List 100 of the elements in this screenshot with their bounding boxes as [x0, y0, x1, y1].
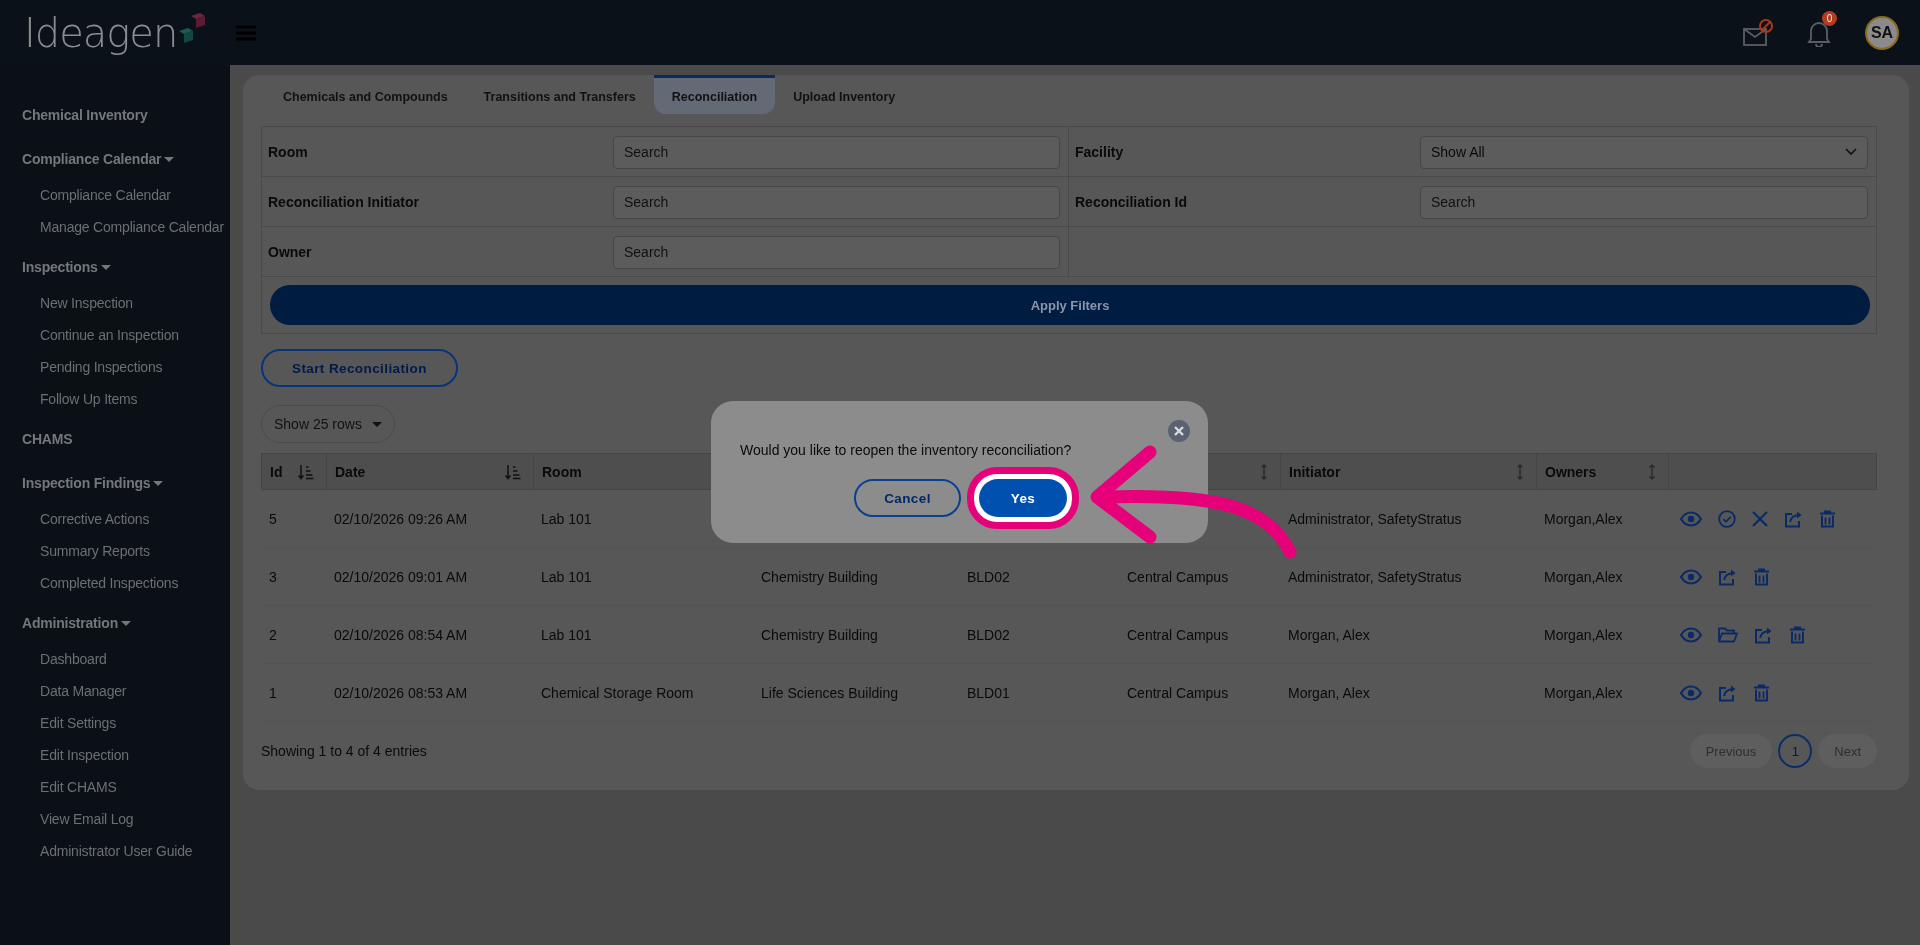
share-icon[interactable]: [1754, 625, 1773, 644]
folder-icon[interactable]: [1718, 626, 1738, 643]
table-cell: Administrator, SafetyStratus: [1288, 568, 1462, 585]
trash-icon[interactable]: [1789, 625, 1806, 644]
table-cell: Morgan,Alex: [1544, 626, 1623, 643]
trash-icon[interactable]: [1753, 683, 1770, 702]
table-cell: Chemical Storage Room: [541, 684, 694, 701]
mail-blocked-icon[interactable]: [1743, 18, 1773, 47]
sidebar-section[interactable]: Administration: [22, 609, 131, 637]
tab[interactable]: Transitions and Transfers: [465, 75, 654, 114]
sort-icon[interactable]: [505, 463, 521, 480]
share-icon[interactable]: [1784, 509, 1803, 528]
eye-icon[interactable]: [1680, 626, 1702, 643]
sidebar-item[interactable]: New Inspection: [22, 287, 133, 319]
sidebar-item[interactable]: Edit Inspection: [22, 739, 129, 771]
sort-icon[interactable]: [298, 463, 314, 480]
table-cell: 2: [269, 626, 277, 643]
sidebar-item[interactable]: Edit CHAMS: [22, 771, 117, 803]
filter-label: Reconciliation Initiator: [268, 194, 419, 210]
check-circle-icon[interactable]: [1718, 509, 1736, 528]
table-cell: Central Campus: [1127, 568, 1229, 585]
share-icon[interactable]: [1718, 683, 1737, 702]
table-cell: BLD02: [967, 626, 1010, 643]
notification-badge: 0: [1822, 10, 1837, 26]
search-field[interactable]: Search: [613, 135, 1060, 169]
sidebar-item[interactable]: Pending Inspections: [22, 351, 163, 383]
logo-text: Ideagen: [24, 9, 178, 56]
sidebar-item[interactable]: Dashboard: [22, 643, 107, 675]
table-cell: Lab 101: [541, 568, 592, 585]
tab[interactable]: Reconciliation: [653, 75, 776, 114]
sidebar-section[interactable]: Inspections: [22, 253, 111, 281]
column-header: Id: [270, 463, 283, 480]
sidebar-item[interactable]: Edit Settings: [22, 707, 116, 739]
table-cell: Morgan,Alex: [1544, 568, 1623, 585]
sidebar-section[interactable]: Chemical Inventory: [22, 101, 148, 129]
menu-icon[interactable]: [236, 24, 256, 41]
table-cell: BLD02: [967, 568, 1010, 585]
table-cell: Administrator, SafetyStratus: [1288, 510, 1462, 527]
table-cell: Morgan,Alex: [1544, 684, 1623, 701]
sidebar-item[interactable]: Manage Compliance Calendar: [22, 211, 224, 243]
sidebar-item[interactable]: Data Manager: [22, 675, 127, 707]
filter-label: Owner: [268, 244, 312, 260]
share-icon[interactable]: [1718, 567, 1737, 586]
sidebar-section[interactable]: Inspection Findings: [22, 469, 164, 497]
sidebar-item[interactable]: Administrator User Guide: [22, 835, 193, 867]
start-reconciliation-button[interactable]: Start Reconciliation: [261, 349, 458, 387]
chevron-down-icon: [1845, 148, 1857, 156]
confirm-button[interactable]: Yes: [979, 479, 1067, 517]
column-header: Date: [335, 463, 366, 480]
table-cell: Lab 101: [541, 510, 592, 527]
table-cell: Morgan,Alex: [1544, 510, 1623, 527]
trash-icon[interactable]: [1819, 509, 1836, 528]
sort-icon[interactable]: [1260, 463, 1268, 480]
pagination-button[interactable]: 1: [1778, 734, 1813, 768]
table-cell: BLD01: [967, 684, 1010, 701]
eye-icon[interactable]: [1680, 684, 1702, 701]
table-cell: Lab 101: [541, 626, 592, 643]
sort-icon[interactable]: [1516, 463, 1524, 480]
column-header: Initiator: [1289, 463, 1341, 480]
cancel-button[interactable]: Cancel: [854, 479, 961, 517]
table-cell: Chemistry Building: [761, 626, 878, 643]
tab[interactable]: Upload Inventory: [775, 75, 914, 114]
close-icon[interactable]: [1752, 510, 1768, 527]
filter-label: Reconciliation Id: [1075, 194, 1187, 210]
sidebar-item[interactable]: Completed Inspections: [22, 567, 179, 599]
table-cell: 1: [269, 684, 277, 701]
table-cell: 02/10/2026 08:53 AM: [334, 684, 468, 701]
sidebar-section[interactable]: CHAMS: [22, 425, 73, 453]
search-field[interactable]: Search: [613, 235, 1060, 269]
sidebar-item[interactable]: Follow Up Items: [22, 383, 138, 415]
sidebar-item[interactable]: Summary Reports: [22, 535, 150, 567]
table-cell: Chemistry Building: [761, 568, 878, 585]
apply-filters-button[interactable]: Apply Filters: [270, 285, 1870, 325]
eye-icon[interactable]: [1680, 510, 1702, 527]
table-cell: Central Campus: [1127, 626, 1229, 643]
close-icon[interactable]: [1168, 420, 1190, 442]
sidebar-item[interactable]: Continue an Inspection: [22, 319, 179, 351]
sidebar-section[interactable]: Compliance Calendar: [22, 145, 175, 173]
table-cell: 5: [269, 510, 277, 527]
sidebar-item[interactable]: Corrective Actions: [22, 503, 150, 535]
trash-icon[interactable]: [1753, 567, 1770, 586]
tab[interactable]: Chemicals and Compounds: [265, 75, 466, 114]
filter-label: Room: [268, 144, 308, 160]
table-cell: Central Campus: [1127, 684, 1229, 701]
sidebar-item[interactable]: View Email Log: [22, 803, 134, 835]
eye-icon[interactable]: [1680, 568, 1702, 585]
table-cell: 02/10/2026 08:54 AM: [334, 626, 468, 643]
user-avatar[interactable]: SA: [1865, 15, 1899, 50]
column-header: Room: [542, 463, 582, 480]
sort-icon[interactable]: [1648, 463, 1656, 480]
table-info: Showing 1 to 4 of 4 entries: [261, 743, 427, 759]
sidebar-item[interactable]: Compliance Calendar: [22, 179, 171, 211]
table-cell: Morgan, Alex: [1288, 684, 1370, 701]
table-cell: 02/10/2026 09:01 AM: [334, 568, 468, 585]
dialog-message: Would you like to reopen the inventory reconciliation?: [740, 442, 1072, 458]
search-field[interactable]: Search: [613, 185, 1060, 219]
table-cell: 3: [269, 568, 277, 585]
search-field[interactable]: Search: [1420, 185, 1868, 219]
facility-dropdown[interactable]: Show All: [1420, 135, 1868, 169]
table-cell: 02/10/2026 09:26 AM: [334, 510, 468, 527]
